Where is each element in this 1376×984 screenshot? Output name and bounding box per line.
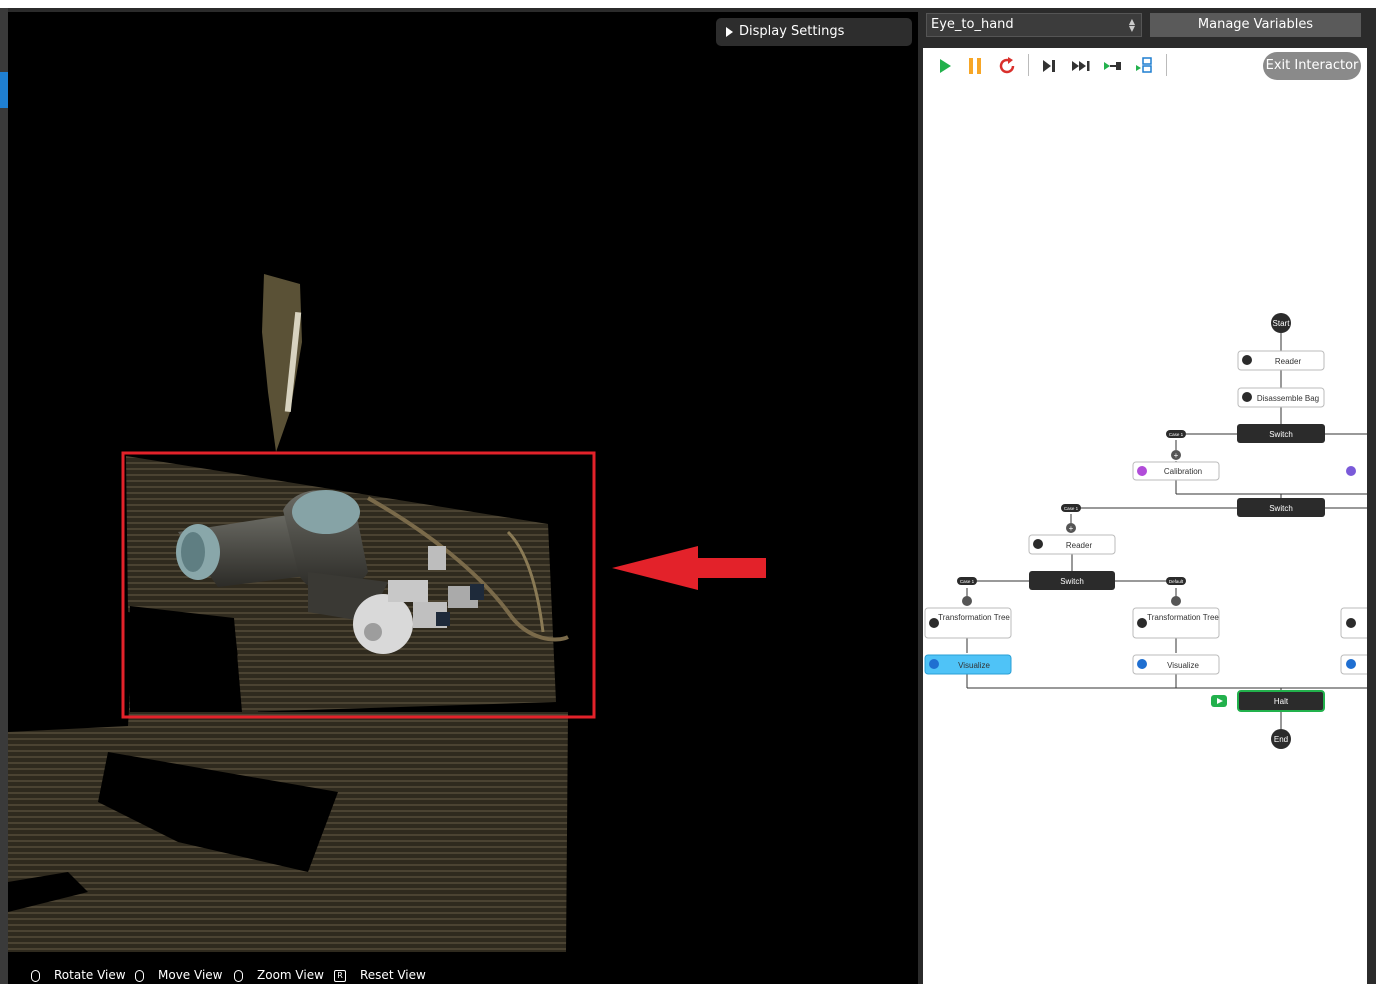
right-panel: Eye_to_hand ▲ ▼ Manage Variables Exit Int… (918, 8, 1376, 984)
svg-text:+: + (1174, 451, 1179, 460)
annotation-arrow (612, 546, 766, 590)
hanging-object (262, 274, 302, 452)
left-edge-indicator (0, 72, 8, 108)
visualize-node: Visualize (958, 661, 990, 670)
start-node: Start (1273, 319, 1291, 328)
calibration-node: Calibration (1164, 467, 1202, 476)
3d-viewport[interactable]: Display Settings Rotate View Move View Z… (8, 12, 918, 984)
expand-triangle-icon (726, 26, 733, 37)
mouse-left-icon (31, 969, 40, 982)
case-label: Case 1 (1064, 506, 1079, 511)
visualize-node: Visualize (1167, 661, 1199, 670)
flow-diagram: Start Reader Disassemble Bag Switch Case… (924, 313, 1367, 749)
transformation-tree-node: Transformation Tree (938, 613, 1010, 622)
case-label: Case 1 (960, 579, 975, 584)
hint-move-view: Move View (135, 966, 222, 984)
end-node: End (1274, 735, 1288, 744)
project-select[interactable]: Eye_to_hand ▲ ▼ (926, 13, 1142, 37)
disassemble-bag-node: Disassemble Bag (1257, 394, 1319, 403)
switch-node-3: Switch (1060, 577, 1084, 586)
switch-node-1: Switch (1269, 430, 1293, 439)
switch-node-2: Switch (1269, 504, 1293, 513)
point-cloud-scene (8, 274, 766, 952)
hint-zoom-view: Zoom View (234, 966, 324, 984)
mouse-wheel-icon (234, 969, 243, 982)
vertical-scrollbar[interactable] (1367, 48, 1376, 984)
reader-node: Reader (1275, 357, 1302, 366)
mouse-right-icon (135, 969, 144, 982)
display-settings-button[interactable]: Display Settings (716, 18, 912, 46)
hint-rotate-view: Rotate View (31, 966, 126, 984)
default-label: Default (1169, 579, 1184, 584)
hint-reset-view: R Reset View (334, 966, 426, 984)
chevron-updown-icon: ▲ ▼ (1128, 17, 1135, 33)
left-edge-bar (0, 8, 8, 984)
case-label: Case 1 (1169, 432, 1184, 437)
flow-canvas[interactable]: Exit Interactor Start Reader Disassemble… (923, 48, 1367, 984)
svg-text:+: + (1069, 524, 1074, 533)
reader-node: Reader (1066, 541, 1093, 550)
halt-node: Halt (1274, 697, 1289, 706)
r-key-icon: R (334, 969, 346, 982)
transformation-tree-node: Transformation Tree (1147, 613, 1219, 622)
top-strip (0, 0, 1376, 8)
manage-variables-button[interactable]: Manage Variables (1150, 13, 1361, 37)
